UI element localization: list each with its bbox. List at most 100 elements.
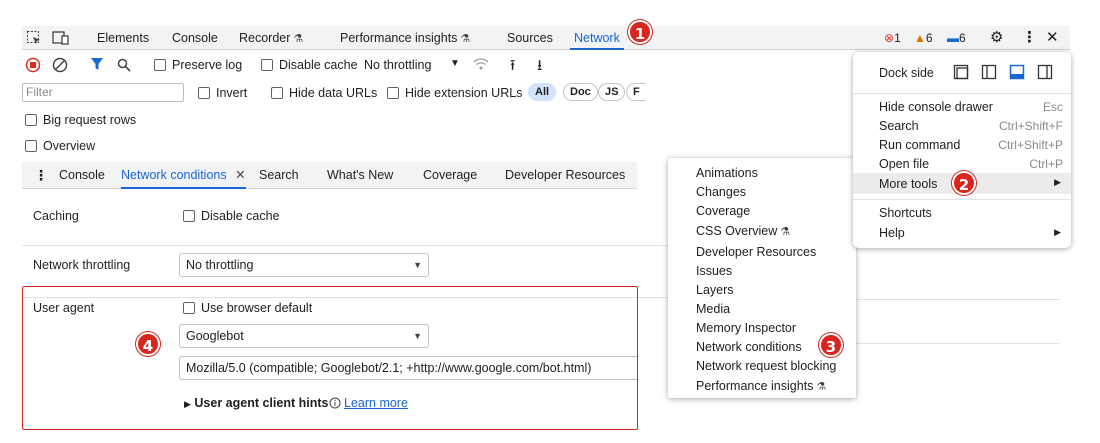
dock-bottom-icon[interactable] <box>1009 64 1025 83</box>
network-conditions-wifi-icon[interactable] <box>472 56 490 75</box>
submenu-item-layers[interactable]: Layers <box>696 283 734 297</box>
preserve-log-checkbox[interactable] <box>154 58 166 72</box>
dock-side-label: Dock side <box>879 66 934 80</box>
tab-performance-insights-label: Performance insights <box>340 31 458 45</box>
annotation-badge-3: 3 <box>819 333 843 357</box>
error-count[interactable]: ⊗1 <box>884 26 901 50</box>
close-tab-icon[interactable]: ✕ <box>235 168 245 182</box>
record-stop-icon[interactable] <box>25 57 41 76</box>
menu-item-run-command[interactable]: Run command <box>879 138 960 152</box>
menu-item-open-file[interactable]: Open file <box>879 157 929 171</box>
drawer-menu-icon[interactable]: ⋮ <box>34 162 48 189</box>
drawer-tab-whats-new[interactable]: What's New <box>327 162 393 189</box>
filter-bar: Filter Invert Hide data URLs Hide extens… <box>22 80 862 104</box>
submenu-item-css-overview[interactable]: CSS Overview ⚗ <box>696 224 790 238</box>
warning-count[interactable]: ▲6 <box>914 26 933 50</box>
customize-devtools-menu: Dock side Hide console drawer Esc Search… <box>853 52 1071 248</box>
experiment-flask-icon: ⚗ <box>293 33 304 45</box>
tab-recorder-label: Recorder <box>239 31 291 45</box>
disable-cache-checkbox[interactable] <box>261 58 273 72</box>
divider <box>853 199 1071 200</box>
message-count-value: 6 <box>959 31 966 45</box>
network-throttling-label: Network throttling <box>33 258 131 272</box>
message-icon: ▬ <box>947 31 959 45</box>
tab-network[interactable]: Network <box>570 26 624 50</box>
export-download-icon[interactable]: ⭳ <box>537 55 542 80</box>
hide-extension-urls-checkbox[interactable] <box>387 86 399 100</box>
undock-icon[interactable] <box>953 64 969 83</box>
close-icon[interactable]: ✕ <box>1046 26 1059 50</box>
shortcut-open-file: Ctrl+P <box>1029 157 1063 171</box>
annotation-badge-4: 4 <box>136 332 160 356</box>
conditions-disable-cache-checkbox[interactable] <box>183 209 195 223</box>
experiment-flask-icon: ⚗ <box>816 381 827 393</box>
shortcut-hide-console-drawer: Esc <box>1042 100 1063 114</box>
submenu-item-performance-insights-label: Performance insights <box>696 379 814 393</box>
import-upload-icon[interactable]: ⭱ <box>510 55 515 80</box>
filter-input[interactable]: Filter <box>22 83 184 102</box>
more-tools-submenu: Animations Changes Coverage CSS Overview… <box>668 158 856 398</box>
chevron-down-icon[interactable]: ▼ <box>450 58 460 69</box>
tab-sources[interactable]: Sources <box>507 26 553 50</box>
submenu-item-network-conditions[interactable]: Network conditions <box>696 340 802 354</box>
tab-elements[interactable]: Elements <box>97 26 149 50</box>
drawer-tab-search[interactable]: Search <box>259 162 299 189</box>
drawer-tab-bar: ⋮ Console Network conditions ✕ Search Wh… <box>22 162 637 189</box>
submenu-item-animations[interactable]: Animations <box>696 166 758 180</box>
big-request-rows-checkbox[interactable] <box>25 113 37 127</box>
network-throttling-value: No throttling <box>186 258 254 272</box>
search-icon[interactable] <box>117 55 131 75</box>
more-options-icon[interactable]: ⋮ <box>1022 26 1037 50</box>
filter-funnel-icon[interactable] <box>90 57 104 74</box>
drawer-tab-developer-resources[interactable]: Developer Resources <box>505 162 625 189</box>
message-count[interactable]: ▬6 <box>947 26 966 50</box>
warning-icon: ▲ <box>914 31 926 45</box>
filter-pill-doc[interactable]: Doc <box>563 83 598 101</box>
submenu-item-coverage[interactable]: Coverage <box>696 204 750 218</box>
menu-item-search[interactable]: Search <box>879 119 919 133</box>
chevron-down-icon: ▼ <box>413 260 422 270</box>
network-throttling-select[interactable]: No throttling ▼ <box>179 253 429 277</box>
filter-pill-f[interactable]: F <box>626 83 646 101</box>
submenu-item-media[interactable]: Media <box>696 302 730 316</box>
drawer-tab-console[interactable]: Console <box>59 162 105 189</box>
menu-item-hide-console-drawer[interactable]: Hide console drawer <box>879 100 993 114</box>
throttling-select[interactable]: No throttling <box>364 58 431 72</box>
triangle-right-icon: ▶ <box>1054 177 1061 187</box>
submenu-item-memory-inspector[interactable]: Memory Inspector <box>696 321 796 335</box>
hide-data-urls-checkbox[interactable] <box>271 86 283 100</box>
divider <box>856 343 1059 344</box>
drawer-tab-network-conditions-label: Network conditions <box>121 168 227 182</box>
dock-left-icon[interactable] <box>981 64 997 83</box>
device-toolbar-icon[interactable] <box>52 26 70 50</box>
drawer-tab-network-conditions[interactable]: Network conditions ✕ <box>121 162 246 189</box>
overview-checkbox[interactable] <box>25 139 37 153</box>
submenu-item-performance-insights[interactable]: Performance insights ⚗ <box>696 379 826 393</box>
submenu-item-developer-resources[interactable]: Developer Resources <box>696 245 816 259</box>
submenu-item-changes[interactable]: Changes <box>696 185 746 199</box>
menu-item-shortcuts[interactable]: Shortcuts <box>879 206 932 220</box>
dock-right-icon[interactable] <box>1037 64 1053 83</box>
caching-label: Caching <box>33 209 79 223</box>
error-icon: ⊗ <box>884 31 895 45</box>
submenu-item-issues[interactable]: Issues <box>696 264 732 278</box>
inspect-element-icon[interactable] <box>26 26 42 50</box>
settings-gear-icon[interactable]: ⚙ <box>990 26 1003 50</box>
filter-pill-js[interactable]: JS <box>598 83 626 101</box>
drawer-tab-coverage[interactable]: Coverage <box>423 162 477 189</box>
invert-checkbox[interactable] <box>198 86 210 100</box>
experiment-flask-icon: ⚗ <box>780 226 791 238</box>
tab-performance-insights[interactable]: Performance insights ⚗ <box>340 26 470 50</box>
warning-count-value: 6 <box>925 31 933 45</box>
tab-console[interactable]: Console <box>172 26 218 50</box>
tab-recorder[interactable]: Recorder ⚗ <box>239 26 303 50</box>
triangle-right-icon: ▶ <box>1054 227 1061 237</box>
clear-icon[interactable] <box>52 57 68 76</box>
submenu-item-network-request-blocking[interactable]: Network request blocking <box>696 359 836 373</box>
filter-pill-all[interactable]: All <box>528 83 557 101</box>
menu-item-help[interactable]: Help <box>879 226 905 240</box>
overview-label: Overview <box>43 139 96 153</box>
disable-cache-label: Disable cache <box>279 58 358 72</box>
network-toolbar: Preserve log Disable cache No throttling… <box>22 52 862 78</box>
shortcut-search: Ctrl+Shift+F <box>998 119 1063 133</box>
